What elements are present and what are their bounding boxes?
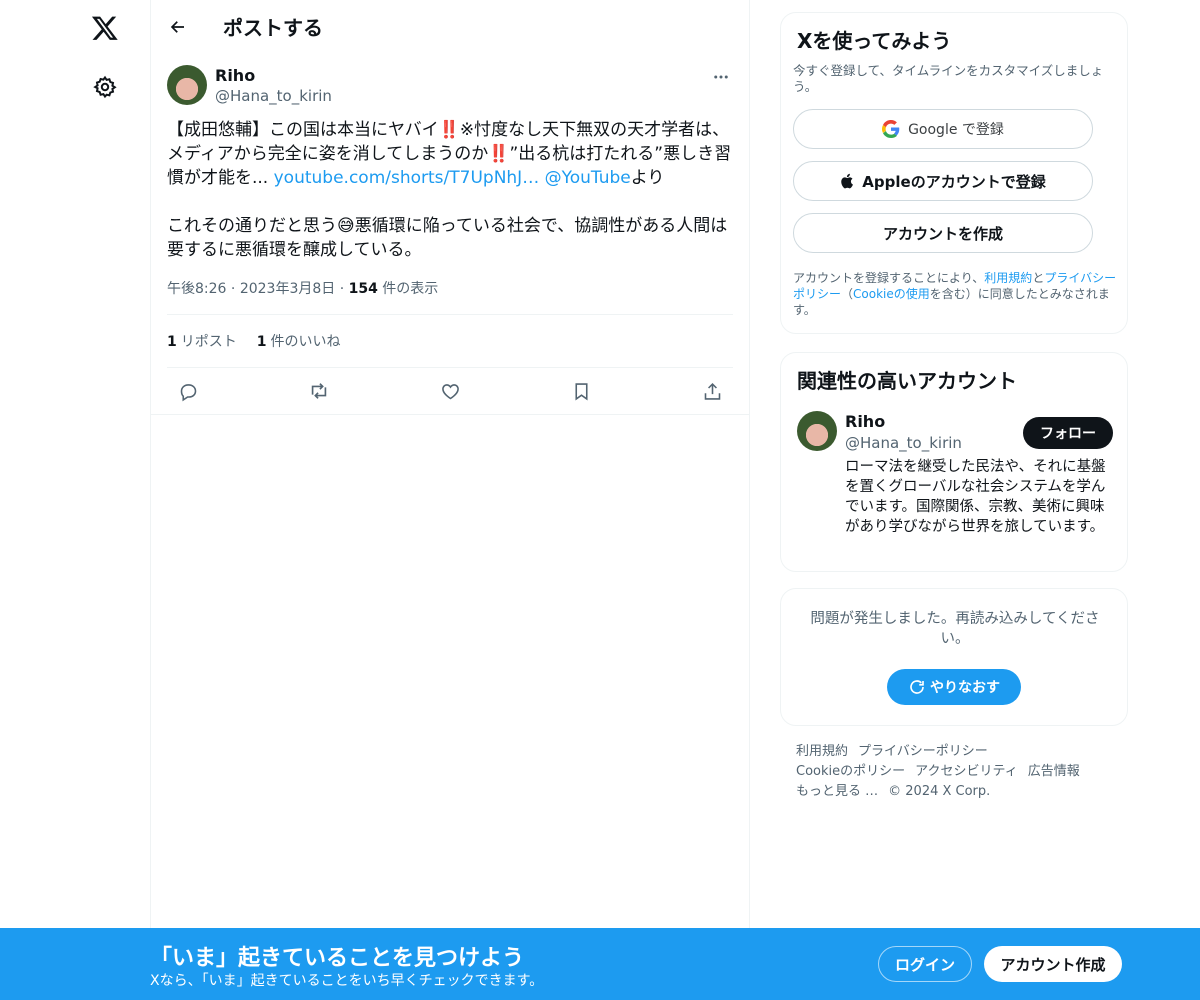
tweet: Riho @Hana_to_kirin 【成田悠輔】この国は本当にヤバイ‼️※忖… bbox=[151, 65, 749, 415]
reposts-label: リポスト bbox=[180, 334, 237, 350]
tweet-stats: 1 リポスト 1 件のいいね bbox=[167, 315, 733, 368]
meta-separator: · bbox=[335, 281, 349, 297]
apple-signup-label: Appleのアカウントで登録 bbox=[862, 172, 1046, 191]
create-account-button[interactable]: アカウントを作成 bbox=[793, 213, 1093, 253]
x-logo-icon[interactable] bbox=[85, 8, 125, 48]
sidebar: Xを使ってみよう 今すぐ登録して、タイムラインをカスタマイズしましょう。 Goo… bbox=[780, 12, 1128, 802]
google-signup-label: Google で登録 bbox=[908, 122, 1004, 138]
copyright: © 2024 X Corp. bbox=[888, 784, 991, 799]
bookmark-icon[interactable] bbox=[564, 374, 598, 408]
share-icon[interactable] bbox=[695, 374, 729, 408]
terms-prefix: アカウントを登録することにより、 bbox=[793, 271, 985, 285]
error-message: 問題が発生しました。再読み込みしてください。 bbox=[810, 611, 1100, 647]
tweet-link-mention[interactable]: @YouTube bbox=[545, 168, 631, 188]
bottom-bar-title: 「いま」起きていることを見つけよう bbox=[150, 946, 525, 971]
related-avatar[interactable] bbox=[797, 411, 837, 451]
terms-and: と bbox=[1032, 271, 1045, 285]
login-button[interactable]: ログイン bbox=[878, 946, 972, 982]
apple-icon bbox=[840, 172, 856, 190]
related-handle[interactable]: @Hana_to_kirin bbox=[845, 433, 962, 453]
more-icon[interactable] bbox=[709, 65, 733, 89]
reply-icon[interactable] bbox=[171, 374, 205, 408]
footer-link[interactable]: Cookieのポリシー bbox=[796, 764, 905, 779]
retry-label: やりなおす bbox=[930, 680, 1000, 696]
author-handle[interactable]: @Hana_to_kirin bbox=[215, 86, 332, 106]
footer-link[interactable]: プライバシーポリシー bbox=[858, 744, 988, 759]
refresh-icon bbox=[908, 678, 926, 696]
related-bio: ローマ法を継受した民法や、それに基盤を置くグローバルな社会システムを学んでいます… bbox=[845, 459, 1106, 535]
likes-count: 1 bbox=[256, 334, 267, 350]
google-signup-button[interactable]: Google で登録 bbox=[793, 109, 1093, 149]
views-label: 件の表示 bbox=[377, 281, 439, 297]
views-count: 154 bbox=[348, 281, 378, 297]
follow-button[interactable]: フォロー bbox=[1023, 417, 1113, 449]
tweet-date[interactable]: 2023年3月8日 bbox=[240, 281, 335, 297]
retry-button[interactable]: やりなおす bbox=[887, 669, 1021, 705]
bottom-signup-bar: 「いま」起きていることを見つけよう Xなら、「いま」起きていることをいち早くチェ… bbox=[0, 928, 1200, 1000]
likes-label: 件のいいね bbox=[270, 334, 341, 350]
footer-link[interactable]: 利用規約 bbox=[796, 744, 848, 759]
reposts-count: 1 bbox=[167, 334, 177, 350]
author-info: Riho @Hana_to_kirin bbox=[215, 65, 332, 106]
tweet-link-url[interactable]: youtube.com/shorts/T7UpNhJ… bbox=[274, 168, 540, 188]
signup-subtitle: 今すぐ登録して、タイムラインをカスタマイズしましょう。 bbox=[793, 63, 1104, 94]
repost-icon[interactable] bbox=[302, 374, 336, 408]
footer-link[interactable]: 広告情報 bbox=[1028, 764, 1080, 779]
tweet-meta: 午後8:26 · 2023年3月8日 · 154 件の表示 bbox=[167, 278, 733, 315]
signup-card: Xを使ってみよう 今すぐ登録して、タイムラインをカスタマイズしましょう。 Goo… bbox=[780, 12, 1128, 334]
apple-signup-button[interactable]: Appleのアカウントで登録 bbox=[793, 161, 1093, 201]
signup-button[interactable]: アカウント作成 bbox=[984, 946, 1122, 982]
tweet-time[interactable]: 午後8:26 bbox=[167, 281, 226, 297]
settings-gear-icon[interactable] bbox=[85, 67, 125, 107]
main-column: ポストする Riho @Hana_to_kirin 【成田悠輔】この国は本当にヤ… bbox=[150, 0, 750, 1000]
related-name[interactable]: Riho bbox=[845, 412, 885, 432]
cookie-link[interactable]: Cookieの使用 bbox=[853, 287, 930, 301]
author-name[interactable]: Riho bbox=[215, 66, 332, 86]
left-nav bbox=[0, 0, 150, 1000]
like-icon[interactable] bbox=[433, 374, 467, 408]
avatar[interactable] bbox=[167, 65, 207, 105]
reposts-stat[interactable]: 1 リポスト bbox=[167, 331, 237, 351]
error-card: 問題が発生しました。再読み込みしてください。 やりなおす bbox=[780, 588, 1128, 726]
page-title: ポストする bbox=[223, 16, 323, 40]
footer-link[interactable]: アクセシビリティ bbox=[915, 764, 1018, 779]
back-arrow-icon[interactable] bbox=[160, 9, 196, 45]
header: ポストする bbox=[151, 0, 749, 53]
terms-link[interactable]: 利用規約 bbox=[984, 271, 1032, 285]
signup-terms: アカウントを登録することにより、利用規約とプライバシーポリシー（Cookieの使… bbox=[793, 270, 1121, 318]
tweet-text: 【成田悠輔】この国は本当にヤバイ‼️※忖度なし天下無双の天才学者は、メディアから… bbox=[167, 118, 733, 262]
google-icon bbox=[882, 120, 900, 138]
related-accounts-card: 関連性の高いアカウント Riho @Hana_to_kirin フォロー ローマ… bbox=[780, 352, 1128, 572]
meta-separator: · bbox=[226, 281, 240, 297]
bottom-bar-subtitle: Xなら、「いま」起きていることをいち早くチェックできます。 bbox=[150, 973, 544, 989]
signup-title: Xを使ってみよう bbox=[797, 29, 952, 53]
likes-stat[interactable]: 1 件のいいね bbox=[257, 331, 341, 351]
footer-link[interactable]: もっと見る … bbox=[796, 784, 878, 799]
footer-links: 利用規約 プライバシーポリシー Cookieのポリシー アクセシビリティ 広告情報 も… bbox=[780, 742, 1128, 802]
related-title: 関連性の高いアカウント bbox=[797, 369, 1017, 393]
terms-paren: （ bbox=[841, 287, 854, 301]
tweet-actions bbox=[151, 368, 749, 415]
create-account-label: アカウントを作成 bbox=[882, 224, 1003, 243]
tweet-author: Riho @Hana_to_kirin bbox=[167, 65, 733, 106]
